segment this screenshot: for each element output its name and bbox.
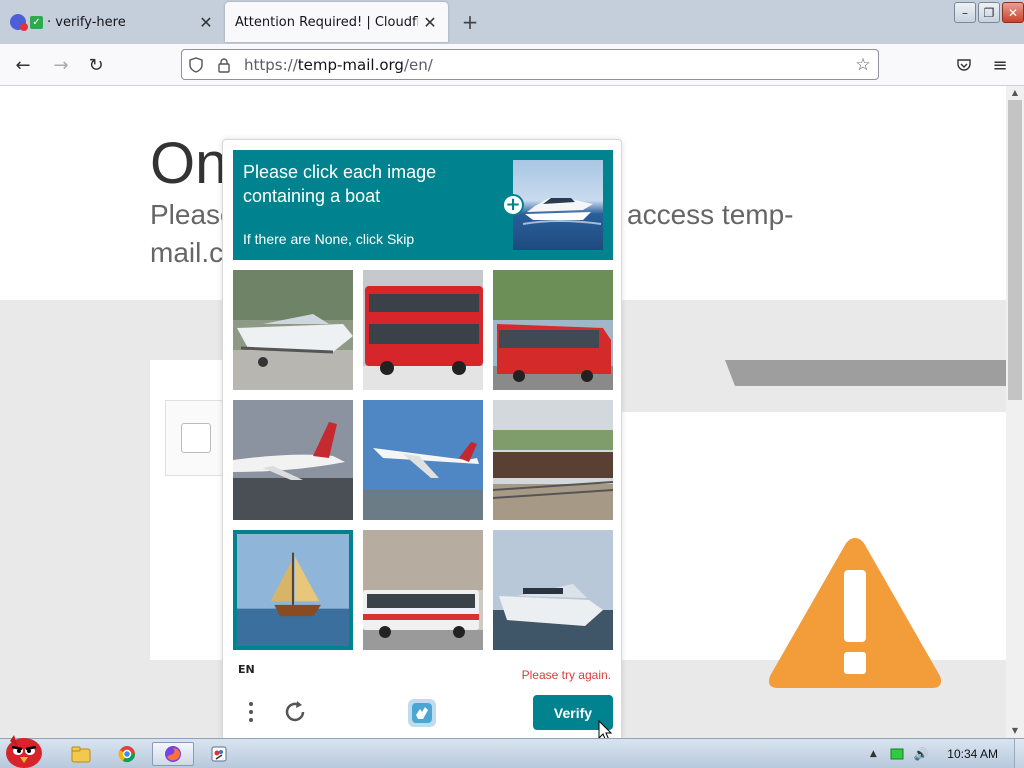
page-subtitle-end: access temp- [627, 199, 794, 230]
example-boat-image[interactable] [513, 160, 603, 250]
image-tile-sailboat[interactable] [233, 530, 353, 650]
speaker-icon[interactable]: 🔊 [909, 747, 933, 761]
image-tile-double-decker-bus[interactable] [363, 270, 483, 390]
window-controls: – ❐ ✕ [954, 2, 1024, 23]
close-tab-icon[interactable]: ✕ [418, 10, 442, 34]
page-subtitle-line2: mail.c [150, 237, 224, 268]
tab-attention-required[interactable]: Attention Required! | Cloudflare ✕ [225, 2, 448, 42]
image-tile-airplane-ground[interactable] [233, 400, 353, 520]
show-desktop-button[interactable] [1014, 739, 1024, 768]
url-scheme: https:// [244, 55, 298, 74]
tab-label: Attention Required! | Cloudflare [235, 14, 418, 30]
show-hidden-icons-icon[interactable]: ▲ [861, 749, 885, 759]
checkmark-icon: ✓ [30, 15, 43, 29]
tab-label: · verify-here [47, 14, 126, 30]
shield-icon[interactable] [182, 56, 210, 73]
network-icon[interactable] [885, 748, 909, 760]
scroll-up-icon[interactable]: ▲ [1006, 86, 1024, 100]
page-title: On [150, 131, 228, 196]
zoom-plus-icon[interactable]: + [502, 194, 524, 216]
image-tile-yacht[interactable] [493, 530, 613, 650]
new-tab-icon[interactable]: + [458, 10, 482, 34]
pocket-icon[interactable] [951, 52, 977, 78]
url-path: /en/ [403, 55, 433, 74]
taskbar: ▲ 🔊 10:34 AM [0, 735, 1024, 768]
more-options-icon[interactable] [241, 698, 261, 726]
hcaptcha-challenge: Please click each image containing a boa… [222, 139, 622, 738]
tab-bar: ✓ · verify-here ✕ Attention Required! | … [0, 0, 1024, 44]
minimize-button[interactable]: – [954, 2, 976, 23]
error-message: Please try again. [521, 668, 611, 682]
image-tile-airplane-sky[interactable] [363, 400, 483, 520]
image-tile-red-bus[interactable] [493, 270, 613, 390]
taskbar-paint-icon[interactable] [198, 742, 240, 766]
clock[interactable]: 10:34 AM [947, 747, 998, 761]
lock-icon[interactable] [210, 57, 238, 73]
forward-button[interactable]: → [48, 52, 74, 78]
language-selector[interactable]: EN [238, 663, 255, 676]
taskbar-firefox-icon[interactable] [152, 742, 194, 766]
image-grid [233, 270, 613, 650]
image-tile-train[interactable] [493, 400, 613, 520]
close-window-button[interactable]: ✕ [1002, 2, 1024, 23]
captcha-checkbox[interactable] [181, 423, 211, 453]
challenge-prompt: Please click each image containing a boa… [233, 150, 613, 260]
system-tray: ▲ 🔊 10:34 AM [861, 739, 1024, 768]
hcaptcha-logo-icon [408, 699, 436, 727]
navigation-toolbar: ← → ↻ https://temp-mail.org/en/ ☆ ≡ [0, 44, 1024, 86]
image-tile-city-bus[interactable] [363, 530, 483, 650]
bookmark-star-icon[interactable]: ☆ [848, 55, 878, 75]
back-button[interactable]: ← [10, 52, 36, 78]
refresh-icon[interactable] [281, 698, 309, 726]
close-tab-icon[interactable]: ✕ [194, 10, 218, 34]
tab-verify-here[interactable]: ✓ · verify-here ✕ [0, 2, 222, 42]
restore-button[interactable]: ❐ [978, 2, 1000, 23]
taskbar-chrome-icon[interactable] [106, 742, 148, 766]
prompt-text: Please click each image containing a boa… [243, 162, 437, 206]
image-tile-motorboat[interactable] [233, 270, 353, 390]
taskbar-explorer-icon[interactable] [60, 742, 102, 766]
warning-icon [769, 538, 941, 688]
reload-button[interactable]: ↻ [83, 52, 109, 78]
page-scrollbar[interactable]: ▲ ▼ [1006, 86, 1024, 738]
hcaptcha-favicon-icon [10, 14, 28, 31]
app-menu-icon[interactable]: ≡ [987, 52, 1013, 78]
url-host: temp-mail.org [297, 55, 404, 74]
scroll-thumb[interactable] [1008, 100, 1022, 400]
scroll-down-icon[interactable]: ▼ [1006, 724, 1024, 738]
url-text[interactable]: https://temp-mail.org/en/ [244, 56, 848, 74]
address-bar[interactable]: https://temp-mail.org/en/ ☆ [181, 49, 879, 80]
start-button[interactable] [0, 729, 48, 768]
prompt-subtext: If there are None, click Skip [243, 231, 415, 247]
